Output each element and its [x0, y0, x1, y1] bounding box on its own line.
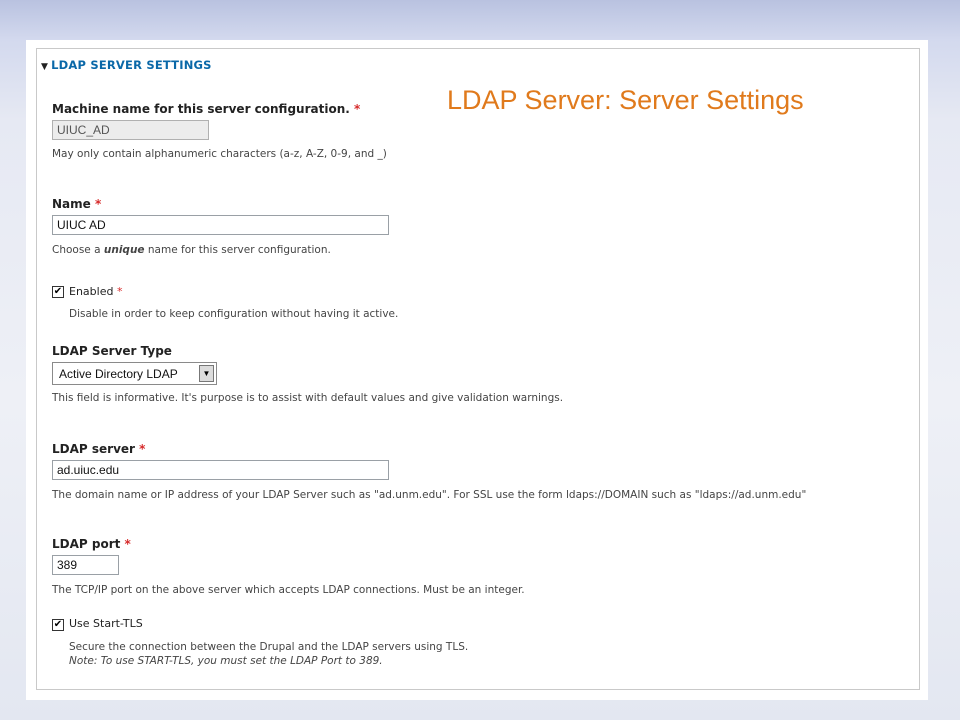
- triangle-down-icon: ▼: [41, 62, 49, 72]
- enabled-label: Enabled *: [69, 285, 123, 298]
- required-mark: *: [94, 197, 102, 211]
- ldap-port-description: The TCP/IP port on the above server whic…: [52, 584, 525, 596]
- section-title: LDAP SERVER SETTINGS: [51, 58, 212, 72]
- ldap-server-description: The domain name or IP address of your LD…: [52, 489, 807, 501]
- name-description: Choose a unique name for this server con…: [52, 244, 331, 256]
- machine-name-label: Machine name for this server configurati…: [52, 102, 361, 116]
- start-tls-note: Note: To use START-TLS, you must set the…: [69, 655, 383, 667]
- dropdown-arrow-icon[interactable]: ▼: [199, 365, 214, 382]
- server-type-description: This field is informative. It's purpose …: [52, 392, 564, 404]
- ldap-server-input[interactable]: ad.uiuc.edu: [52, 460, 389, 480]
- page-headline: LDAP Server: Server Settings: [447, 85, 804, 115]
- section-toggle[interactable]: ▼ LDAP SERVER SETTINGS: [41, 58, 212, 72]
- start-tls-label: Use Start-TLS: [69, 617, 143, 630]
- required-mark: *: [353, 102, 361, 116]
- enabled-checkbox[interactable]: ✔: [52, 286, 64, 298]
- slide: ▼ LDAP SERVER SETTINGS LDAP Server: Serve…: [26, 40, 928, 700]
- ldap-port-input[interactable]: 389: [52, 555, 119, 575]
- server-type-label: LDAP Server Type: [52, 344, 172, 358]
- server-type-select[interactable]: Active Directory LDAP ▼: [52, 362, 217, 385]
- enabled-description: Disable in order to keep configuration w…: [69, 308, 399, 320]
- ldap-server-label: LDAP server *: [52, 442, 146, 456]
- start-tls-description: Secure the connection between the Drupal…: [69, 641, 469, 653]
- start-tls-checkbox[interactable]: ✔: [52, 619, 64, 631]
- name-label: Name *: [52, 197, 102, 211]
- settings-panel: ▼ LDAP SERVER SETTINGS LDAP Server: Serve…: [36, 48, 920, 690]
- ldap-port-label: LDAP port *: [52, 537, 131, 551]
- name-input[interactable]: UIUC AD: [52, 215, 389, 235]
- machine-name-input[interactable]: UIUC_AD: [52, 120, 209, 140]
- machine-name-description: May only contain alphanumeric characters…: [52, 148, 387, 160]
- server-type-value: Active Directory LDAP: [59, 367, 178, 381]
